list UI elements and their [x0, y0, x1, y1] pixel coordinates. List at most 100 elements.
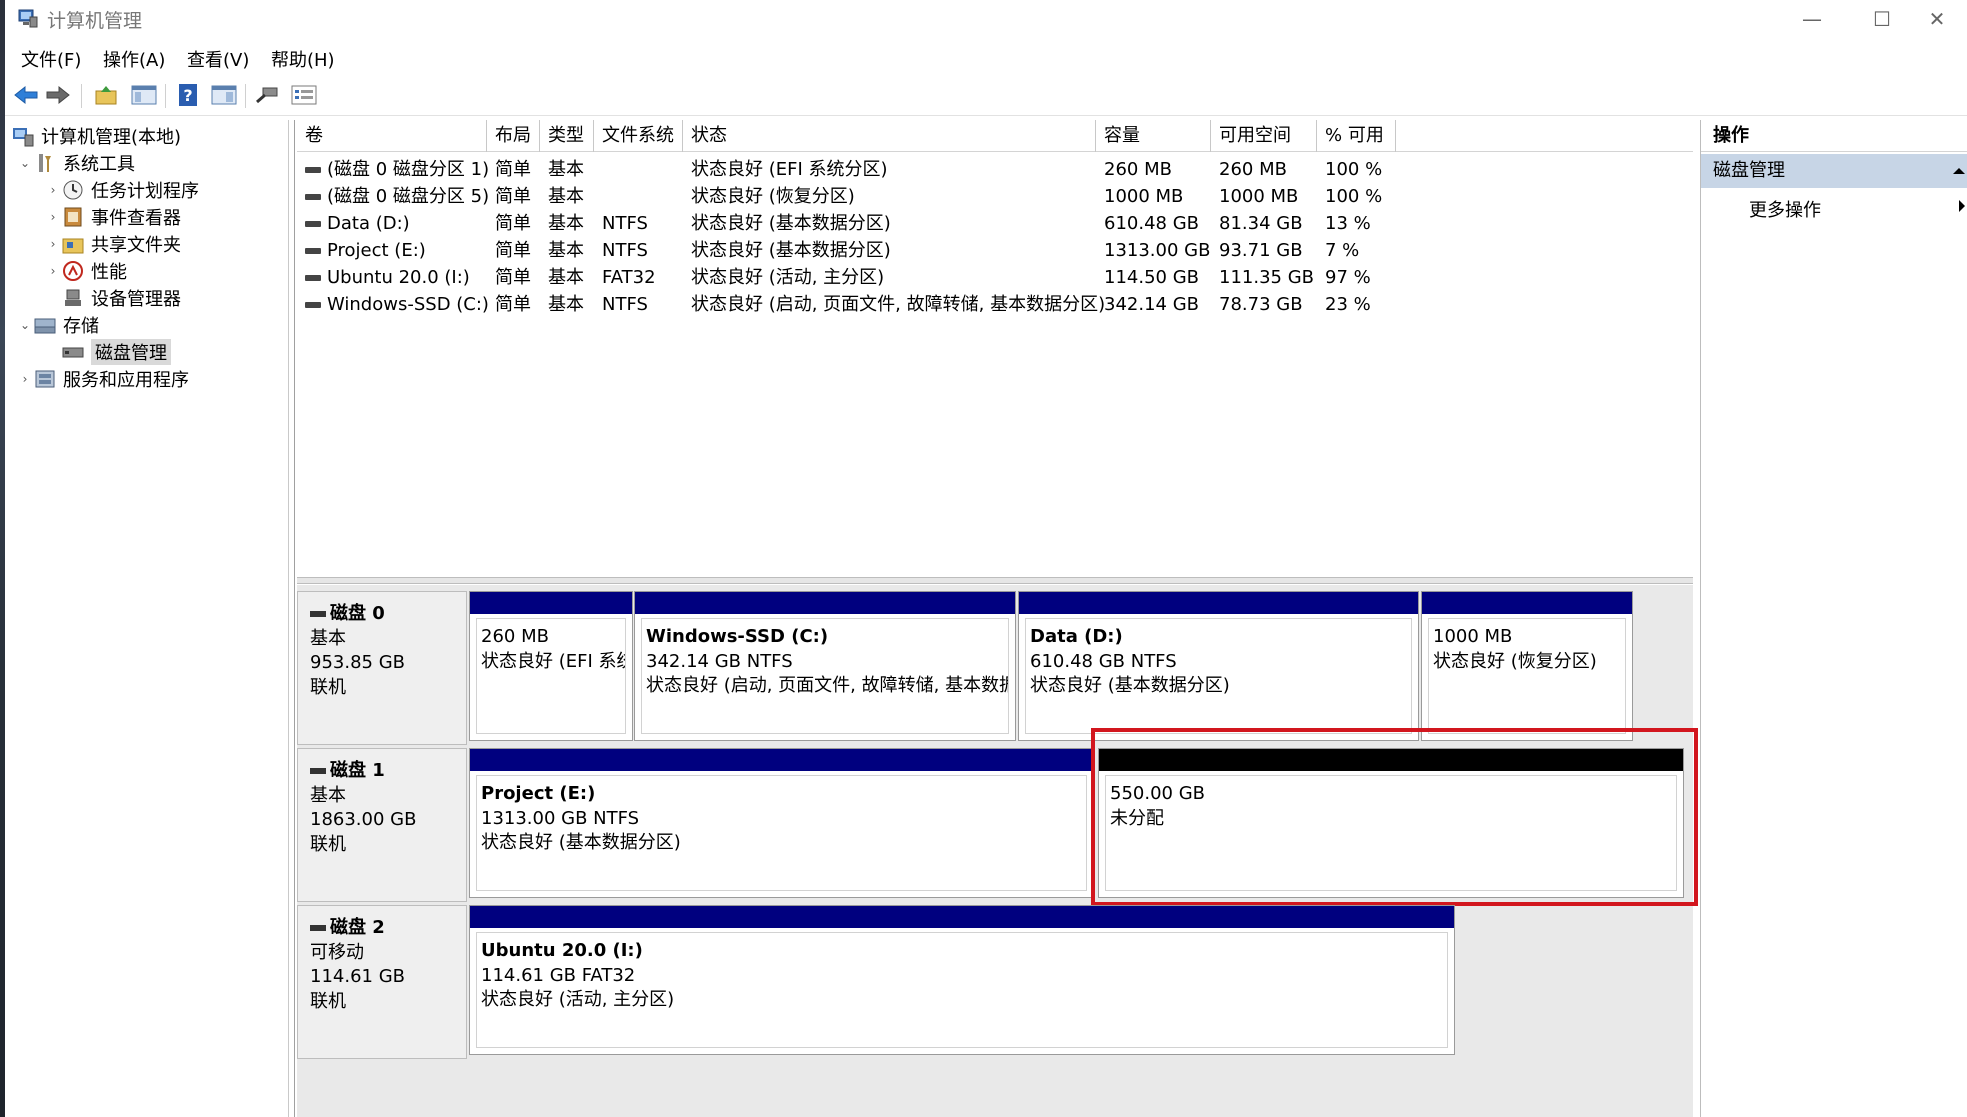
cell-percent-free: 13 % [1317, 210, 1371, 237]
up-folder-button[interactable] [91, 81, 121, 109]
disk-0-size: 953.85 GB [310, 652, 406, 673]
cell-free-space: 111.35 GB [1211, 264, 1314, 291]
partition-name: Project (E:) [481, 783, 596, 804]
chevron-right-icon[interactable]: › [17, 372, 33, 386]
performance-icon [63, 261, 83, 281]
volume-row-recovery[interactable]: (磁盘 0 磁盘分区 5) 简单 基本 状态良好 (恢复分区) 1000 MB 1000 … [297, 183, 1693, 210]
forward-button[interactable] [43, 81, 73, 109]
menu-help[interactable]: 帮助(H) [267, 46, 339, 72]
cell-free-space: 1000 MB [1211, 183, 1298, 210]
partition-project[interactable]: Project (E:) 1313.00 GB NTFS 状态良好 (基本数据分… [469, 748, 1094, 898]
cell-text: 基本 [548, 267, 584, 288]
cell-volume-name: Data (D:) [297, 210, 410, 237]
partition-ubuntu[interactable]: Ubuntu 20.0 (I:) 114.61 GB FAT32 状态良好 (活… [469, 905, 1455, 1055]
tree-label-system-tools: 系统工具 [63, 154, 135, 175]
disk-icon [310, 611, 326, 617]
column-header-capacity[interactable]: 容量 [1096, 120, 1211, 152]
volume-row-efi[interactable]: (磁盘 0 磁盘分区 1) 简单 基本 状态良好 (EFI 系统分区) 260 MB 26… [297, 156, 1693, 183]
tree-item-performance[interactable]: › 性能 [45, 258, 127, 284]
cell-text: 7 % [1325, 240, 1360, 261]
tree-label-services: 服务和应用程序 [63, 370, 189, 391]
chevron-right-icon[interactable]: › [45, 264, 61, 278]
show-hide-tree-button[interactable] [129, 81, 159, 109]
volume-row-data[interactable]: Data (D:) 简单 基本 NTFS 状态良好 (基本数据分区) 610.48 GB 8… [297, 210, 1693, 237]
disk-row-2: 磁盘 2 可移动 114.61 GB 联机 Ubuntu 20.0 (I:) 1… [297, 905, 1693, 1059]
connect-button[interactable] [253, 81, 283, 109]
actions-section-disk-management[interactable]: 磁盘管理 [1701, 154, 1967, 188]
more-actions-link[interactable]: 更多操作 [1749, 196, 1821, 222]
list-button[interactable] [289, 81, 319, 109]
column-header-filesystem[interactable]: 文件系统 [594, 120, 683, 152]
column-header-percent-free[interactable]: % 可用 [1317, 120, 1396, 152]
cell-text: 100 % [1325, 186, 1383, 207]
menu-action[interactable]: 操作(A) [99, 46, 169, 72]
cell-text: Windows-SSD (C:) [327, 294, 489, 315]
minimize-button[interactable]: — [1777, 0, 1847, 38]
partition-efi[interactable]: 260 MB 状态良好 (EFI 系统 [469, 591, 633, 741]
disk-label-0[interactable]: 磁盘 0 基本 953.85 GB 联机 [297, 591, 467, 745]
cell-text: 状态良好 (EFI 系统分区) [691, 159, 888, 180]
partition-size: 260 MB [481, 626, 549, 647]
help-button[interactable]: ? [173, 81, 203, 109]
disk-label-2[interactable]: 磁盘 2 可移动 114.61 GB 联机 [297, 905, 467, 1059]
chevron-right-icon[interactable]: › [45, 237, 61, 251]
tree-label-disk-management: 磁盘管理 [91, 339, 171, 365]
pane-splitter[interactable] [297, 577, 1693, 584]
tree-item-storage[interactable]: ⌄ 存储 [17, 312, 99, 338]
close-button[interactable]: ✕ [1902, 0, 1967, 38]
partition-data[interactable]: Data (D:) 610.48 GB NTFS 状态良好 (基本数据分区) [1018, 591, 1419, 741]
collapse-up-icon[interactable] [1953, 168, 1965, 174]
cell-volume-name: Windows-SSD (C:) [297, 291, 489, 318]
properties-button[interactable] [209, 81, 239, 109]
volume-row-ubuntu[interactable]: Ubuntu 20.0 (I:) 简单 基本 FAT32 状态良好 (活动, 主分区) 1… [297, 264, 1693, 291]
partition-recovery[interactable]: 1000 MB 状态良好 (恢复分区) [1421, 591, 1633, 741]
column-header-status[interactable]: 状态 [683, 120, 1096, 152]
submenu-arrow-icon[interactable] [1959, 200, 1965, 212]
back-button[interactable] [11, 81, 41, 109]
tree-item-shared-folders[interactable]: › 共享文件夹 [45, 231, 181, 257]
cell-layout: 简单 [487, 237, 531, 264]
chevron-down-icon[interactable]: ⌄ [17, 156, 33, 170]
disk-name: 磁盘 2 [310, 916, 466, 941]
tree-item-disk-management[interactable]: 磁盘管理 [61, 339, 171, 365]
disk-label-1[interactable]: 磁盘 1 基本 1863.00 GB 联机 [297, 748, 467, 902]
column-header-layout[interactable]: 布局 [487, 120, 540, 152]
chevron-right-icon[interactable]: › [45, 210, 61, 224]
tree-item-event-viewer[interactable]: › 事件查看器 [45, 204, 181, 230]
chevron-down-icon[interactable]: ⌄ [17, 318, 33, 332]
column-header-type[interactable]: 类型 [540, 120, 594, 152]
partition-size: 342.14 GB NTFS [646, 650, 793, 672]
minimize-icon: — [1802, 7, 1822, 31]
cell-layout: 简单 [487, 183, 531, 210]
cell-type: 基本 [540, 264, 584, 291]
event-viewer-icon [64, 207, 82, 227]
tree-item-system-tools[interactable]: ⌄ 系统工具 [17, 150, 135, 176]
cell-free-space: 260 MB [1211, 156, 1287, 183]
cell-text: 基本 [548, 213, 584, 234]
menu-file[interactable]: 文件(F) [17, 46, 85, 72]
volume-row-windows-ssd[interactable]: Windows-SSD (C:) 简单 基本 NTFS 状态良好 (启动, 页面文件, … [297, 291, 1693, 318]
volume-row-project[interactable]: Project (E:) 简单 基本 NTFS 状态良好 (基本数据分区) 1313.00… [297, 237, 1693, 264]
column-header-free-space[interactable]: 可用空间 [1211, 120, 1317, 152]
back-icon [14, 85, 38, 105]
cell-layout: 简单 [487, 264, 531, 291]
disk-row-0: 磁盘 0 基本 953.85 GB 联机 260 MB 状态良好 (EFI 系统… [297, 591, 1693, 745]
tree-item-root[interactable]: 计算机管理(本地) [11, 123, 181, 149]
cell-text: 342.14 GB [1104, 294, 1200, 315]
menu-view[interactable]: 查看(V) [183, 46, 253, 72]
partition-size: 1000 MB [1433, 626, 1513, 647]
partition-name: Windows-SSD (C:) [646, 626, 829, 647]
partition-size: 610.48 GB NTFS [1030, 650, 1177, 672]
partition-windows-ssd[interactable]: Windows-SSD (C:) 342.14 GB NTFS 状态良好 (启动… [634, 591, 1016, 741]
tree-item-device-manager[interactable]: 设备管理器 [61, 285, 181, 311]
chevron-right-icon[interactable]: › [45, 183, 61, 197]
cell-percent-free: 97 % [1317, 264, 1371, 291]
cell-text: 基本 [548, 294, 584, 315]
column-header-volume[interactable]: 卷 [297, 120, 487, 152]
tree-item-services[interactable]: › 服务和应用程序 [17, 366, 189, 392]
tree-item-task-scheduler[interactable]: › 任务计划程序 [45, 177, 199, 203]
disk-1-name: 磁盘 1 [330, 760, 385, 781]
cell-type: 基本 [540, 291, 584, 318]
cell-text: 状态良好 (基本数据分区) [691, 240, 891, 261]
cell-filesystem: NTFS [594, 291, 648, 318]
